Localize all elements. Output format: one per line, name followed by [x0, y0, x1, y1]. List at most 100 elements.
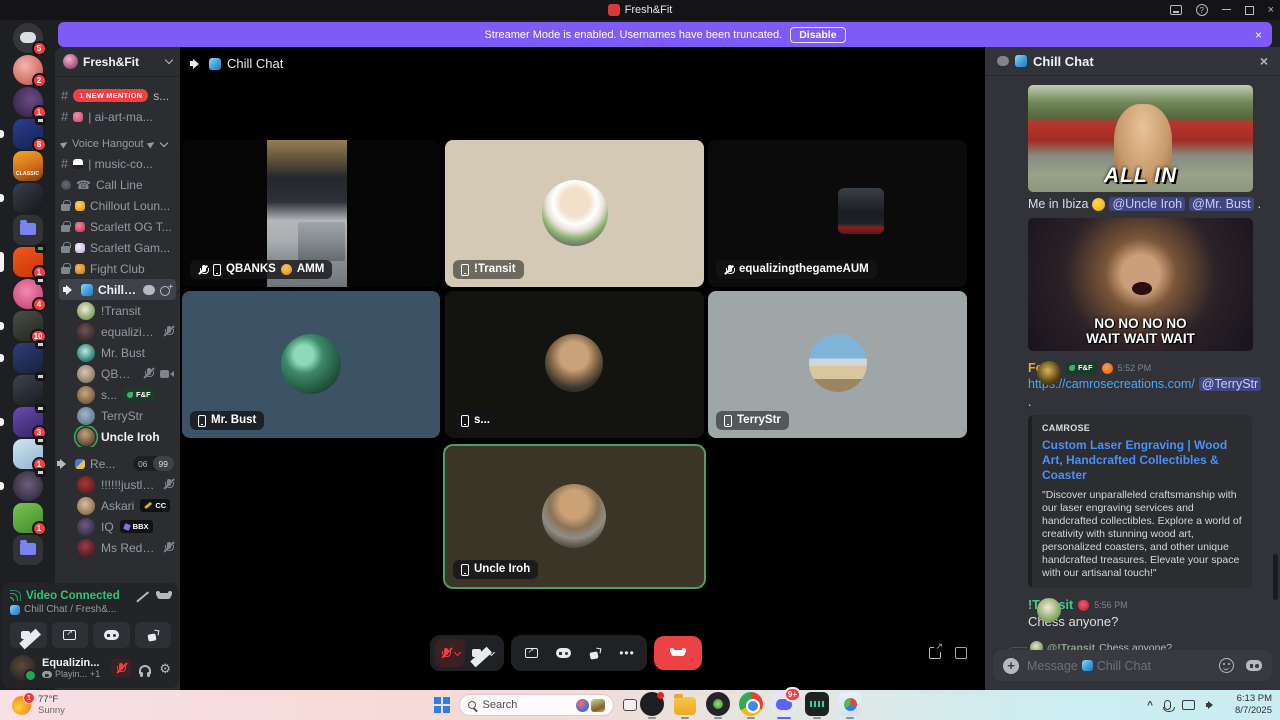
server-icon-owl[interactable] [0, 468, 46, 501]
gif-controller-icon[interactable] [1246, 660, 1262, 671]
camera-off-button[interactable] [10, 622, 47, 648]
minimize-button[interactable] [1221, 8, 1231, 10]
chat-scrollbar[interactable] [1273, 554, 1278, 600]
category-voice-hangout[interactable]: Voice Hangout [55, 135, 180, 153]
help-icon[interactable]: ? [1195, 4, 1208, 16]
channel-re[interactable]: Re... 06 99 [55, 453, 180, 474]
screen-share-button[interactable] [516, 639, 546, 667]
channel-fight-club[interactable]: Fight Club [55, 258, 180, 279]
tray-network-icon[interactable] [1182, 700, 1195, 710]
taskbar-app-discord[interactable]: 9+ [772, 687, 801, 719]
channel-ai-art[interactable]: # | ai-art-ma... [55, 106, 180, 127]
taskbar-app-dark[interactable] [706, 692, 730, 719]
headphones-icon[interactable] [139, 665, 152, 677]
user-name[interactable]: Equalizin... [42, 657, 100, 669]
mention-terrystr[interactable]: @TerryStr [1198, 377, 1262, 391]
taskbar-clock[interactable]: 6:13 PM 8/7/2025 [1235, 693, 1272, 717]
mention-mr-bust[interactable]: @Mr. Bust [1189, 197, 1254, 211]
voice-participant[interactable]: !Transit [55, 300, 180, 321]
message-input[interactable]: + Message Chill Chat [993, 650, 1272, 681]
task-view-button[interactable] [622, 699, 637, 711]
channel-mention[interactable]: # 1 NEW MENTION s... [55, 85, 180, 106]
server-icon-p[interactable]: 1 [12, 87, 47, 120]
soundboard-button[interactable] [134, 622, 171, 648]
activity-button[interactable] [93, 622, 130, 648]
windows-start-button[interactable] [434, 697, 450, 713]
emoji-picker-icon[interactable] [1219, 658, 1234, 673]
voice-participant[interactable]: Mr. Bust [55, 342, 180, 363]
taskbar-app-chrome[interactable] [739, 692, 763, 719]
gif-attachment-all-in[interactable]: ALL IN [1028, 85, 1253, 192]
chevron-down-icon[interactable] [487, 648, 496, 656]
server-icon-robot[interactable]: 2 [12, 55, 47, 88]
server-icon-classic[interactable]: CLASSIC [12, 151, 43, 181]
avatar[interactable] [1037, 361, 1061, 385]
close-window-button[interactable]: × [1268, 4, 1274, 16]
server-icon-blue[interactable]: 8 [0, 116, 47, 152]
person-add-icon[interactable] [160, 282, 173, 296]
server-icon-socialize[interactable] [0, 340, 46, 373]
server-icon-paw[interactable]: 1 [12, 503, 47, 536]
chevron-down-icon[interactable] [453, 648, 461, 656]
voice-participant[interactable]: Askari CC [55, 495, 180, 516]
server-icon-pa[interactable]: 3 [0, 404, 47, 440]
message-list[interactable]: ALL IN Me in Ibiza @Uncle Iroh @Mr. Bust… [985, 76, 1280, 660]
mute-button[interactable] [111, 659, 132, 677]
activity-button[interactable] [548, 639, 578, 667]
camera-button[interactable] [467, 639, 499, 667]
taskbar-app-audio[interactable] [805, 692, 829, 719]
voice-participant[interactable]: IQ BBX [55, 516, 180, 537]
channel-call-line[interactable]: ☎ Call Line [55, 174, 180, 195]
disconnect-call-button[interactable] [654, 636, 702, 670]
voice-participant[interactable]: !!!!!!justlu... [55, 474, 180, 495]
video-tile-s[interactable]: s... [445, 291, 704, 438]
disconnect-icon[interactable] [156, 591, 172, 599]
weather-widget[interactable]: 1 77°F Sunny [12, 691, 65, 716]
chat-bubble-icon[interactable] [143, 284, 155, 295]
server-icon-racing[interactable] [0, 183, 43, 213]
taskbar-app-bluestacks[interactable] [838, 692, 862, 719]
server-icon-pink[interactable]: 4 [12, 276, 47, 312]
noise-suppression-icon[interactable] [136, 591, 148, 602]
voice-participant[interactable]: Ms Red Pi... [55, 537, 180, 558]
video-tile-uncle-iroh[interactable]: Uncle Iroh [445, 446, 704, 587]
server-folder[interactable] [12, 215, 43, 245]
channel-scarlett-gaming[interactable]: Scarlett Gam... [55, 237, 180, 258]
avatar[interactable] [1037, 598, 1061, 622]
soundboard-button[interactable] [580, 639, 610, 667]
voice-participant[interactable]: Uncle Iroh [55, 426, 180, 447]
settings-gear-icon[interactable]: ⚙ [159, 662, 171, 675]
disable-streamer-button[interactable]: Disable [790, 26, 846, 43]
attach-plus-icon[interactable]: + [1003, 657, 1019, 674]
server-header[interactable]: Fresh&Fit [55, 47, 180, 77]
server-folder-2[interactable] [12, 535, 43, 565]
voice-participant[interactable]: QBAN... [55, 363, 180, 384]
voice-participant[interactable]: equalizin... [55, 321, 180, 342]
close-chat-icon[interactable]: × [1260, 53, 1268, 69]
mention-uncle-iroh[interactable]: @Uncle Iroh [1109, 197, 1186, 211]
popout-icon[interactable] [929, 641, 943, 659]
video-tile-terrystr[interactable]: TerryStr [708, 291, 967, 438]
channel-scarlett-og[interactable]: Scarlett OG T... [55, 216, 180, 237]
tray-volume-icon[interactable] [1206, 700, 1218, 710]
taskbar-app-recorder[interactable] [640, 692, 664, 719]
tray-expand-icon[interactable]: ^ [1147, 700, 1153, 711]
fullscreen-icon[interactable] [955, 647, 967, 659]
screen-share-button[interactable] [51, 622, 88, 648]
video-tile-mr-bust[interactable]: Mr. Bust [182, 291, 440, 438]
voice-participant[interactable]: s... F&F [55, 384, 180, 405]
taskbar-search[interactable]: Search [458, 694, 614, 716]
voice-participant[interactable]: TerryStr [55, 405, 180, 426]
voice-location[interactable]: Chill Chat / Fresh&... [24, 604, 116, 615]
server-icon-home[interactable]: 5 [12, 23, 47, 56]
tray-mic-icon[interactable] [1162, 700, 1175, 712]
inbox-icon[interactable] [1169, 5, 1182, 15]
maximize-button[interactable] [1244, 5, 1254, 15]
channel-chillout[interactable]: Chillout Loun... [55, 195, 180, 216]
video-tile-qbanks[interactable]: QBANKS AMM [182, 140, 440, 287]
channel-music[interactable]: # | music-co... [55, 153, 180, 174]
mic-mute-button[interactable] [435, 639, 465, 667]
channel-chill-chat[interactable]: Chill C... [59, 279, 176, 300]
user-avatar[interactable] [10, 655, 37, 682]
server-icon-photo[interactable] [12, 372, 46, 405]
